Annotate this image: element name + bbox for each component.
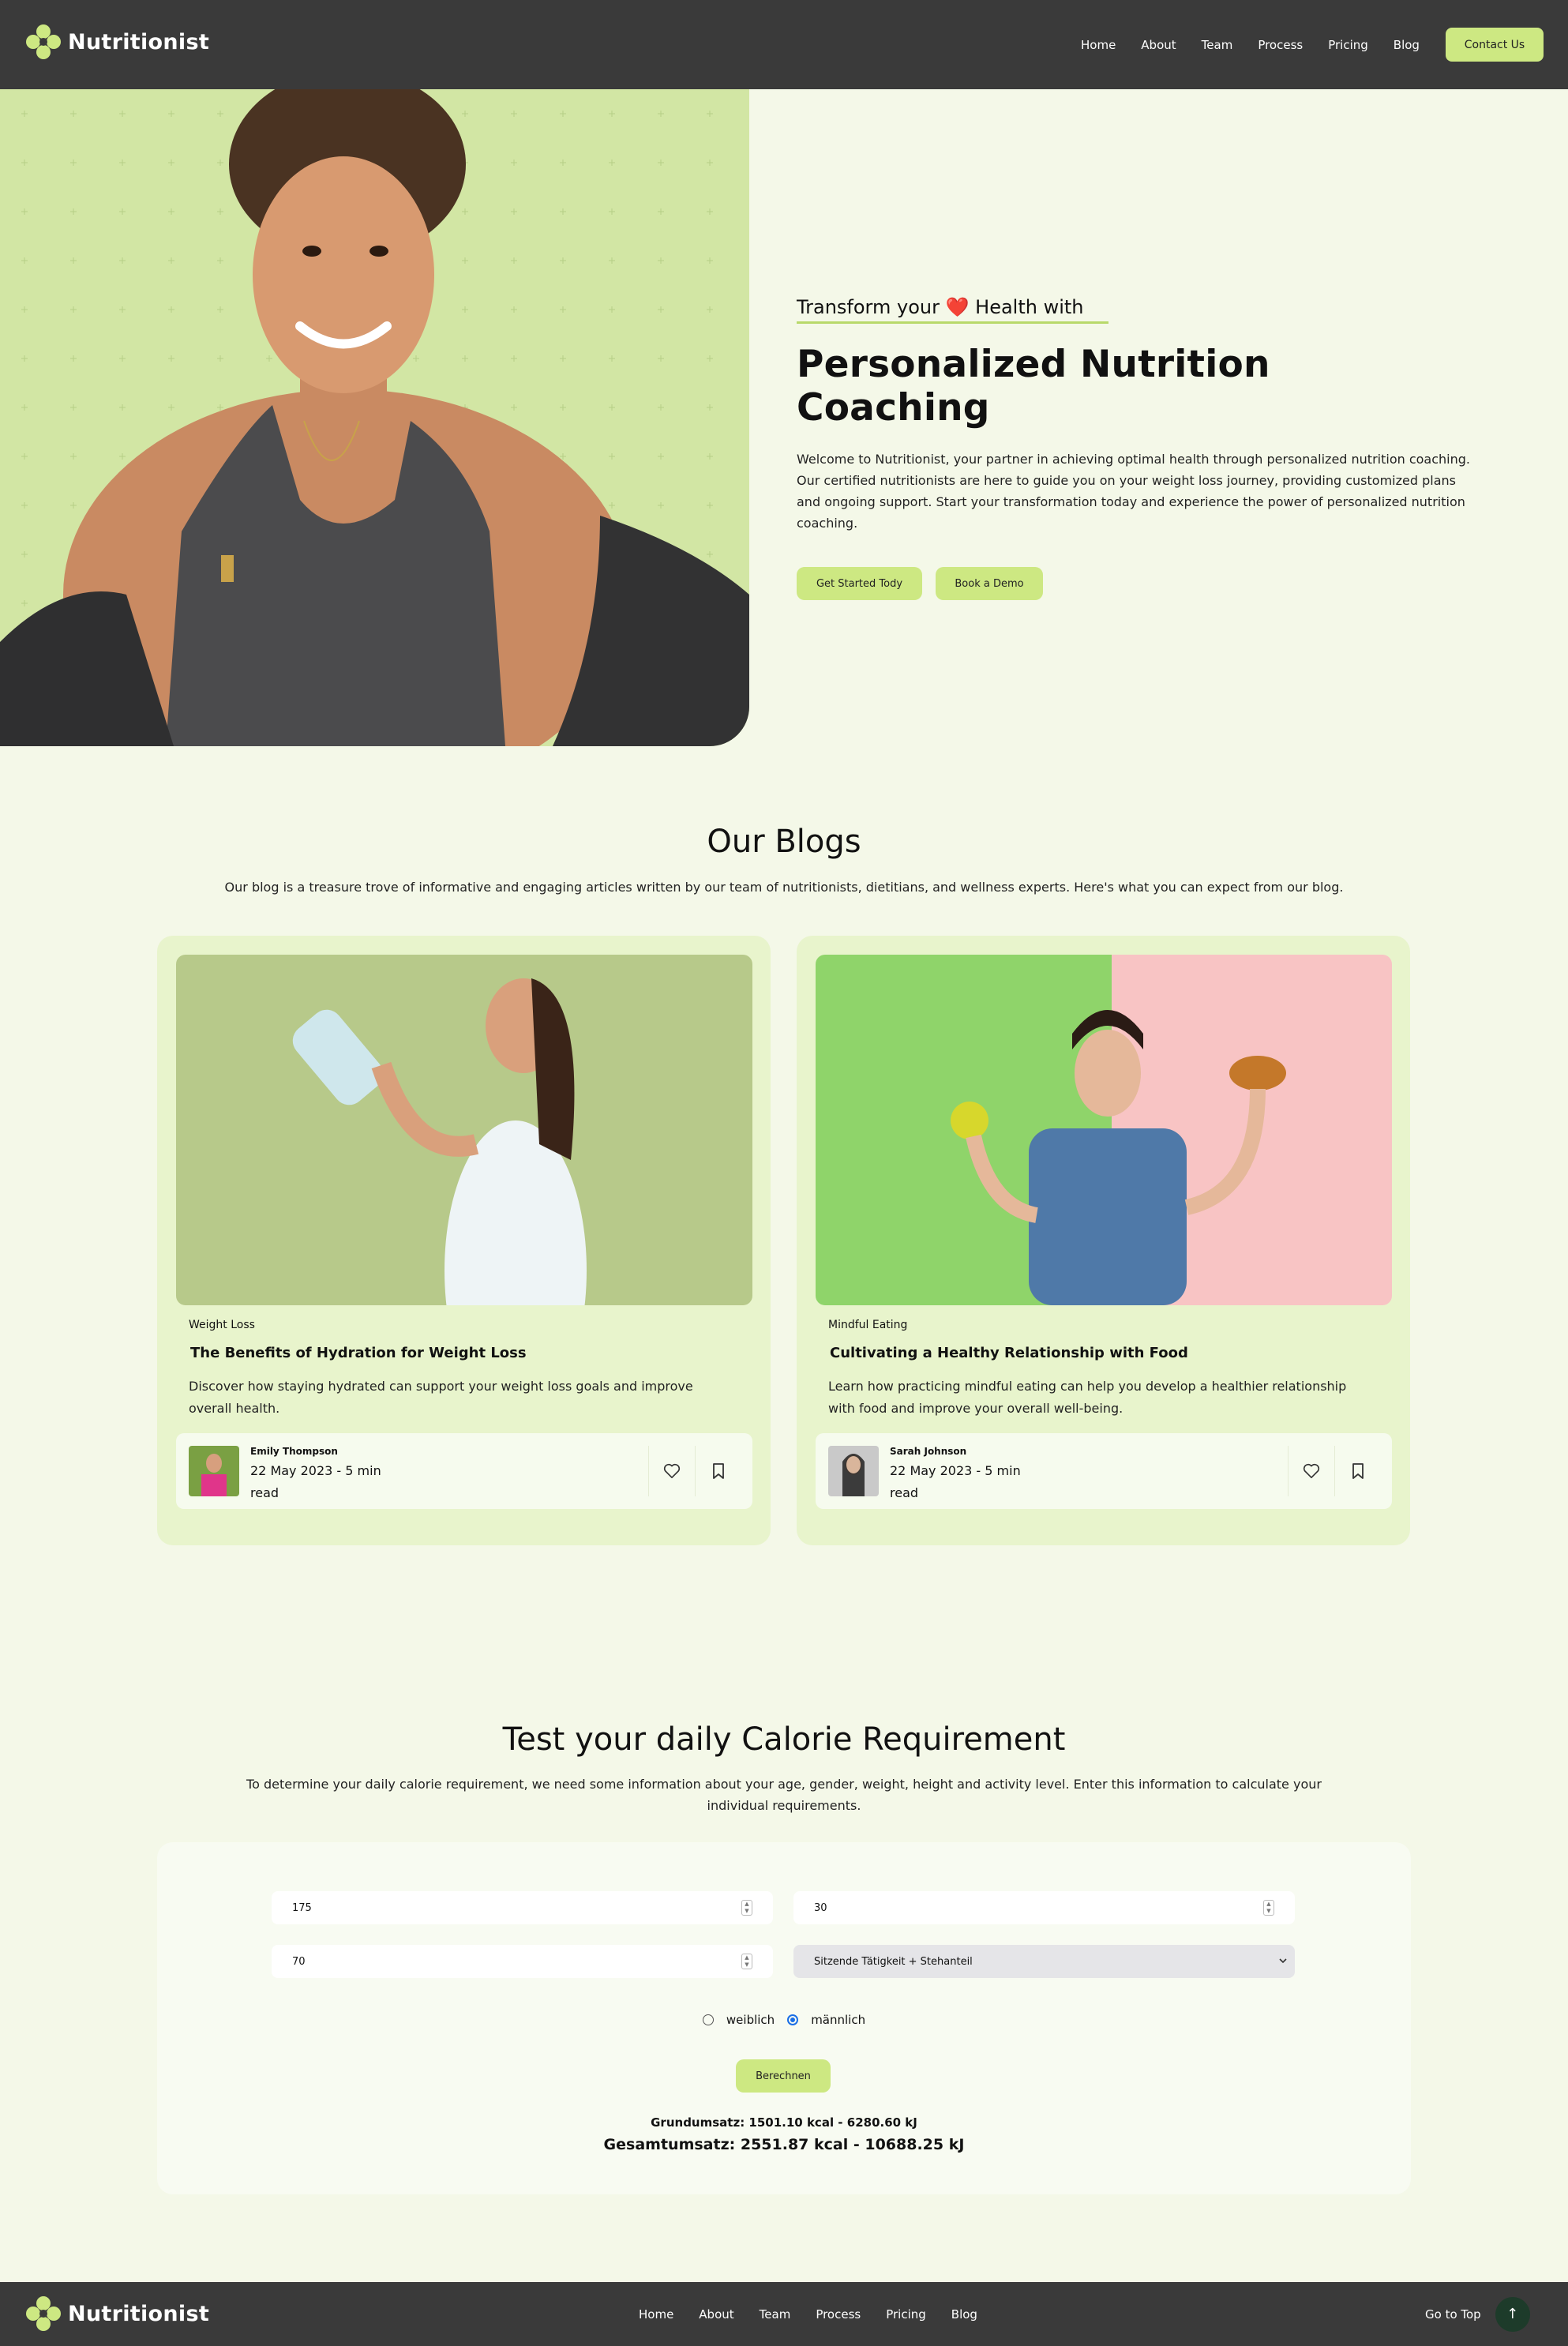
blogs-title: Our Blogs xyxy=(707,824,861,860)
avatar xyxy=(189,1446,239,1496)
blog-excerpt: Discover how staying hydrated can suppor… xyxy=(189,1379,693,1416)
height-input[interactable]: 175 ▲ ▼ xyxy=(272,1891,773,1924)
avatar xyxy=(828,1446,879,1496)
calculator-card: 175 ▲ ▼ 30 ▲ ▼ 70 ▲ ▼ Sitzende Tätigkeit + … xyxy=(157,1842,1411,2194)
calculate-button[interactable]: Berechnen xyxy=(736,2059,831,2093)
blog-category: Weight Loss xyxy=(189,1319,255,1331)
like-button[interactable] xyxy=(1288,1446,1334,1496)
nav-about[interactable]: About xyxy=(1141,38,1176,52)
age-input[interactable]: 30 ▲ ▼ xyxy=(793,1891,1295,1924)
footer-logo[interactable]: Nutritionist xyxy=(25,2295,209,2332)
bookmark-icon xyxy=(712,1463,724,1479)
footer-team[interactable]: Team xyxy=(760,2307,791,2322)
calculator-description: To determine your daily calorie requirem… xyxy=(246,1777,1322,1813)
calculator-title: Test your daily Calorie Requirement xyxy=(502,1721,1066,1758)
hero-pretitle: Transform your ❤️ Health with xyxy=(797,296,1108,324)
blog-excerpt: Learn how practicing mindful eating can … xyxy=(828,1379,1347,1416)
total-result: Gesamtumsatz: 2551.87 kcal - 10688.25 kJ xyxy=(603,2136,965,2153)
bookmark-icon xyxy=(1352,1463,1364,1479)
gender-male-label: männlich xyxy=(811,2013,866,2027)
blog-title[interactable]: Cultivating a Healthy Relationship with … xyxy=(830,1345,1188,1361)
footer-pricing[interactable]: Pricing xyxy=(886,2307,926,2322)
footer-links: Home About Team Process Pricing Blog xyxy=(639,2282,1003,2346)
nav-home[interactable]: Home xyxy=(1081,38,1116,52)
footer-process[interactable]: Process xyxy=(816,2307,861,2322)
hero-description: Welcome to Nutritionist, your partner in… xyxy=(797,452,1470,531)
weight-value: 70 xyxy=(292,1955,306,1968)
activity-value: Sitzende Tätigkeit + Stehanteil xyxy=(814,1955,973,1968)
get-started-button[interactable]: Get Started Tody xyxy=(797,567,922,600)
blog-image-mindful xyxy=(816,955,1392,1305)
hero-pretitle-a: Transform your xyxy=(797,296,940,318)
heart-icon xyxy=(663,1463,680,1478)
age-value: 30 xyxy=(814,1901,827,1914)
author-name: Sarah Johnson xyxy=(890,1446,967,1457)
nav-process[interactable]: Process xyxy=(1258,38,1303,52)
bookmark-button[interactable] xyxy=(1334,1446,1380,1496)
top-navbar: Nutritionist Home About Team Process Pri… xyxy=(0,0,1568,89)
author-box: Emily Thompson 22 May 2023 - 5 min read xyxy=(176,1433,752,1509)
bookmark-button[interactable] xyxy=(695,1446,741,1496)
author-name: Emily Thompson xyxy=(250,1446,338,1457)
weight-input[interactable]: 70 ▲ ▼ xyxy=(272,1945,773,1978)
hero-buttons: Get Started Tody Book a Demo xyxy=(797,567,1476,600)
number-spinner-icon[interactable]: ▲ ▼ xyxy=(741,1900,752,1916)
logo-text: Nutritionist xyxy=(68,2301,210,2326)
arrow-up-icon: ↑ xyxy=(1495,2296,1530,2332)
activity-select[interactable]: Sitzende Tätigkeit + Stehanteil xyxy=(793,1945,1295,1978)
blog-title[interactable]: The Benefits of Hydration for Weight Los… xyxy=(190,1345,527,1361)
blog-category: Mindful Eating xyxy=(828,1319,908,1331)
hero-image xyxy=(0,89,749,746)
logo-clover-icon xyxy=(26,2296,61,2331)
number-spinner-icon[interactable]: ▲ ▼ xyxy=(1263,1900,1274,1916)
number-spinner-icon[interactable]: ▲ ▼ xyxy=(741,1954,752,1969)
nav-team[interactable]: Team xyxy=(1202,38,1233,52)
gender-radio-group: weiblich männlich xyxy=(157,2013,1411,2027)
book-demo-button[interactable]: Book a Demo xyxy=(936,567,1043,600)
height-value: 175 xyxy=(292,1901,312,1914)
logo-clover-icon xyxy=(26,24,61,59)
gender-female-radio[interactable] xyxy=(702,2014,714,2025)
hero-text: Transform your ❤️ Health with Personaliz… xyxy=(797,296,1476,600)
author-box: Sarah Johnson 22 May 2023 - 5 min read xyxy=(816,1433,1392,1509)
footer-about[interactable]: About xyxy=(699,2307,733,2322)
hero-title: Personalized Nutrition Coaching xyxy=(797,343,1270,430)
gender-male-radio[interactable] xyxy=(787,2014,799,2025)
blogs-description: Our blog is a treasure trove of informat… xyxy=(224,880,1344,895)
footer-blog[interactable]: Blog xyxy=(951,2307,977,2322)
post-meta: 22 May 2023 - 5 min read xyxy=(250,1463,381,1500)
contact-us-button[interactable]: Contact Us xyxy=(1446,28,1544,62)
post-meta: 22 May 2023 - 5 min read xyxy=(890,1463,1021,1500)
logo-text: Nutritionist xyxy=(68,29,210,54)
heart-icon: ❤️ xyxy=(945,296,970,318)
go-to-top-button[interactable]: Go to Top ↑ xyxy=(1425,2282,1530,2346)
blog-card[interactable]: Mindful Eating Cultivating a Healthy Rel… xyxy=(797,936,1410,1545)
go-to-top-label: Go to Top xyxy=(1425,2307,1481,2322)
basal-result: Grundumsatz: 1501.10 kcal - 6280.60 kJ xyxy=(651,2115,917,2130)
chevron-down-icon xyxy=(1279,1958,1287,1964)
blog-card[interactable]: Weight Loss The Benefits of Hydration fo… xyxy=(157,936,771,1545)
logo[interactable]: Nutritionist xyxy=(25,24,209,60)
nav-pricing[interactable]: Pricing xyxy=(1328,38,1368,52)
hero-pretitle-b: Health with xyxy=(975,296,1084,318)
like-button[interactable] xyxy=(648,1446,694,1496)
nav-blog[interactable]: Blog xyxy=(1394,38,1420,52)
nav-links: Home About Team Process Pricing Blog xyxy=(1081,0,1445,89)
heart-icon xyxy=(1303,1463,1319,1478)
footer-home[interactable]: Home xyxy=(639,2307,673,2322)
blog-image-hydration xyxy=(176,955,752,1305)
gender-female-label: weiblich xyxy=(726,2013,775,2027)
footer: Nutritionist Home About Team Process Pri… xyxy=(0,2282,1568,2346)
